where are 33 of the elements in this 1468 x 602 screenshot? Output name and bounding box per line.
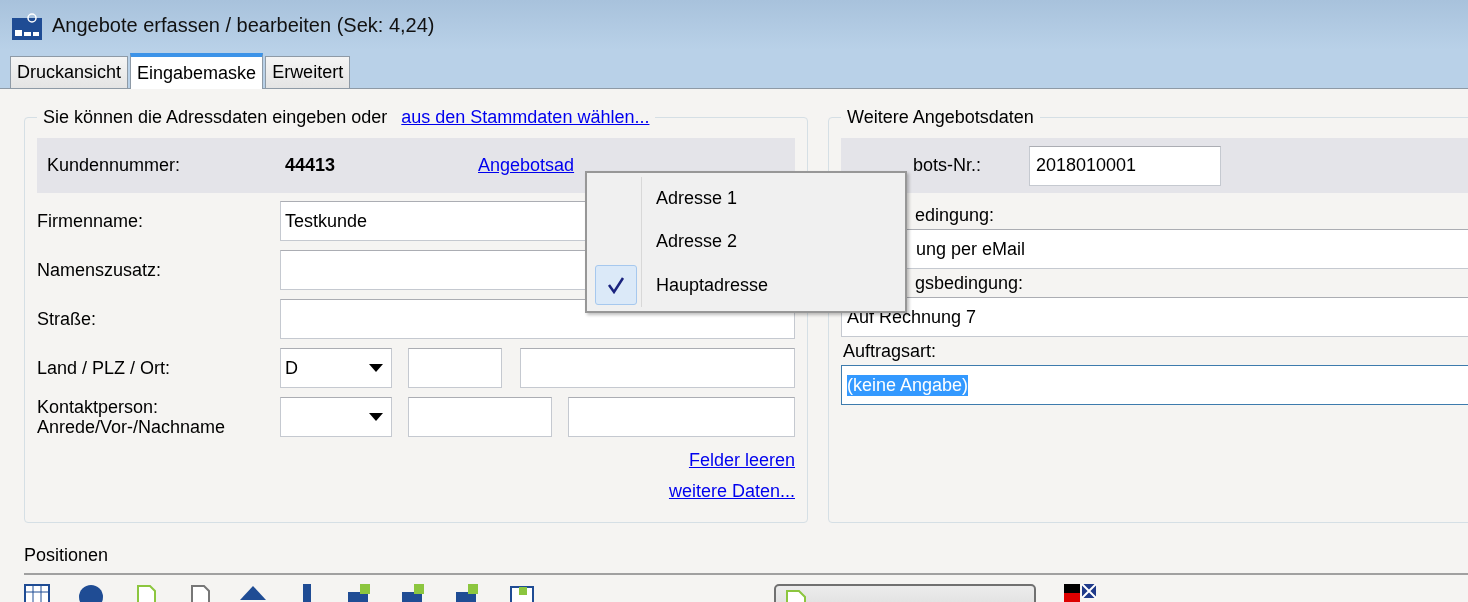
check-icon bbox=[607, 276, 625, 295]
action-link[interactable]: Felder leeren bbox=[688, 450, 795, 471]
window-title: Angebote erfassen / bearbeiten (Sek: 4,24) bbox=[52, 13, 435, 37]
field-label: Firmenname: bbox=[37, 211, 145, 231]
offer-address-link[interactable]: Angebotsad bbox=[478, 155, 575, 176]
offer-number-field[interactable]: 2018010001 bbox=[1029, 145, 1221, 186]
country-dropdown[interactable]: D bbox=[280, 348, 392, 388]
field-label: Anrede/Vor-/Nachname bbox=[37, 417, 227, 437]
app-icon bbox=[12, 10, 44, 40]
first-name-field[interactable] bbox=[408, 397, 552, 437]
action-link[interactable]: weitere Daten... bbox=[668, 481, 795, 502]
field-label: Kontaktperson: bbox=[37, 397, 160, 417]
field-label: edingung: bbox=[914, 205, 996, 227]
section-title: Positionen bbox=[24, 545, 110, 567]
field-label: Auftragsart: bbox=[842, 341, 938, 363]
dropdown-arrow-icon[interactable] bbox=[369, 413, 383, 421]
intro-text: Sie können die Adressdaten eingeben oder bbox=[43, 107, 388, 128]
tab[interactable]: Druckansicht bbox=[10, 56, 129, 88]
master-data-link[interactable]: aus den Stammdaten wählen... bbox=[401, 107, 650, 128]
field-label: Land / PLZ / Ort: bbox=[37, 358, 172, 378]
customer-number-label: Kundennummer: bbox=[47, 155, 182, 176]
tab[interactable]: Eingabemaske bbox=[130, 53, 264, 89]
dropdown-arrow-icon[interactable] bbox=[369, 364, 383, 372]
field-label: Straße: bbox=[37, 309, 98, 329]
last-name-field[interactable] bbox=[568, 397, 795, 437]
tab[interactable]: Erweitert bbox=[265, 56, 351, 88]
field-label: Namenszusatz: bbox=[37, 260, 163, 280]
group-title: Weitere Angebotsdaten bbox=[847, 107, 1034, 128]
city-field[interactable] bbox=[520, 348, 795, 388]
offer-number-label: bots-Nr.: bbox=[912, 155, 983, 176]
postcode-field[interactable] bbox=[408, 348, 502, 388]
field-label: gsbedingung: bbox=[914, 273, 1025, 295]
customer-number: 44413 bbox=[285, 155, 337, 176]
